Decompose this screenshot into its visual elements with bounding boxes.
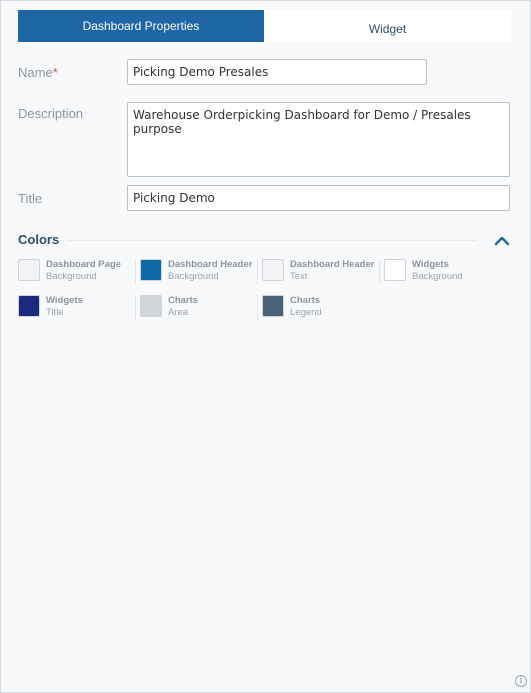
description-field[interactable]: Warehouse Orderpicking Dashboard for Dem…: [127, 102, 510, 177]
colors-section-title: Colors: [18, 232, 60, 247]
swatch-label: Dashboard Header: [290, 259, 375, 270]
description-label: Description: [18, 106, 84, 121]
swatch-sublabel: Background: [412, 271, 463, 282]
info-icon[interactable]: i: [515, 675, 527, 687]
color-swatch[interactable]: [384, 259, 406, 281]
swatch-label: Widgets: [412, 259, 449, 270]
swatch-label: Dashboard Header: [168, 259, 253, 270]
color-dashboard-header-text[interactable]: Dashboard Header Text: [257, 259, 384, 285]
title-label: Title: [18, 191, 43, 206]
swatch-sublabel: Title: [46, 307, 64, 318]
name-field[interactable]: [127, 59, 427, 85]
title-field[interactable]: [127, 185, 510, 211]
required-mark: *: [52, 65, 58, 80]
color-dashboard-page-background[interactable]: Dashboard Page Background: [18, 259, 140, 285]
swatch-sublabel: Background: [46, 271, 97, 282]
swatch-sublabel: Legend: [290, 307, 322, 318]
color-swatch[interactable]: [262, 295, 284, 317]
color-dashboard-header-background[interactable]: Dashboard Header Background: [135, 259, 262, 285]
swatch-sublabel: Area: [168, 307, 189, 318]
swatch-sublabel: Background: [168, 271, 219, 282]
color-swatch[interactable]: [140, 295, 162, 317]
tab-widget[interactable]: Widget: [264, 10, 511, 42]
color-charts-legend[interactable]: Charts Legend: [257, 295, 384, 321]
chevron-up-icon[interactable]: [493, 233, 511, 247]
swatch-label: Widgets: [46, 295, 83, 306]
name-label: Name*: [18, 65, 58, 80]
color-swatch[interactable]: [18, 259, 40, 281]
color-swatch[interactable]: [18, 295, 40, 317]
swatch-label: Dashboard Page: [46, 259, 121, 270]
section-divider: [67, 240, 477, 241]
color-widgets-background[interactable]: Widgets Background: [379, 259, 506, 285]
swatch-label: Charts: [168, 295, 199, 306]
swatch-label: Charts: [290, 295, 321, 306]
dashboard-properties-panel: Dashboard Properties Widget Name* Descri…: [0, 0, 531, 693]
color-widgets-title[interactable]: Widgets Title: [18, 295, 140, 321]
color-charts-area[interactable]: Charts Area: [135, 295, 262, 321]
color-swatch[interactable]: [262, 259, 284, 281]
tab-bar: Dashboard Properties Widget: [18, 10, 511, 42]
tab-dashboard-properties[interactable]: Dashboard Properties: [18, 10, 264, 42]
color-swatch-grid: Dashboard Page Background Dashboard Heade…: [18, 259, 514, 331]
color-swatch[interactable]: [140, 259, 162, 281]
swatch-sublabel: Text: [290, 271, 308, 282]
